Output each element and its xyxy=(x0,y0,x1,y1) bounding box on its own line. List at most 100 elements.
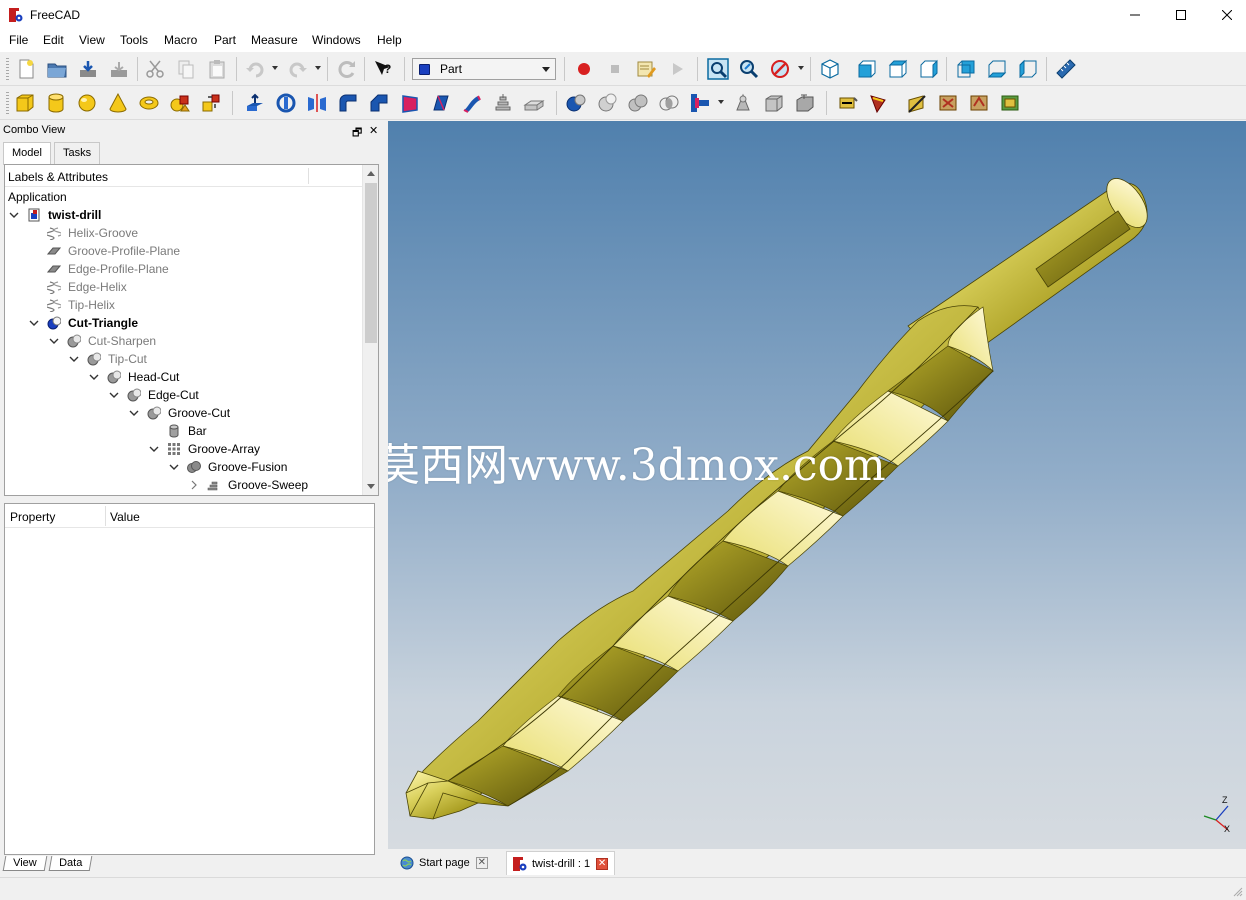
part-ruled-surface-button[interactable] xyxy=(428,90,454,116)
copy-button[interactable] xyxy=(173,56,199,82)
save-as-button[interactable] xyxy=(106,56,132,82)
tree-item-head-cut[interactable]: Head-Cut xyxy=(88,368,179,386)
part-sphere-button[interactable] xyxy=(74,90,100,116)
redo-button[interactable] xyxy=(285,56,311,82)
menu-edit[interactable]: Edit xyxy=(43,33,64,47)
tab-view[interactable]: View xyxy=(2,856,47,871)
part-revolve-button[interactable] xyxy=(273,90,299,116)
chevron-down-icon[interactable] xyxy=(168,461,180,473)
undock-icon[interactable]: 🗗 xyxy=(352,124,362,143)
scroll-up-icon[interactable] xyxy=(367,171,375,176)
menu-view[interactable]: View xyxy=(79,33,105,47)
tab-start-page[interactable]: Start page ✕ xyxy=(394,851,494,875)
3d-viewport[interactable]: 莫西网www.3dmox.com Z X xyxy=(388,121,1246,849)
part-fuse-button[interactable] xyxy=(625,90,651,116)
tree-item-cut-triangle[interactable]: Cut-Triangle xyxy=(28,314,138,332)
chevron-down-icon[interactable] xyxy=(48,335,60,347)
view-top-button[interactable] xyxy=(885,56,911,82)
view-bottom-button[interactable] xyxy=(984,56,1010,82)
tab-tasks[interactable]: Tasks xyxy=(54,142,101,164)
new-document-button[interactable] xyxy=(13,56,39,82)
column-divider[interactable] xyxy=(105,506,106,526)
measure-toggle-delta-button[interactable] xyxy=(997,90,1023,116)
paste-button[interactable] xyxy=(204,56,230,82)
measure-toggle-3d-button[interactable] xyxy=(966,90,992,116)
measure-linear-button[interactable] xyxy=(835,90,861,116)
tree-item-helix-groove[interactable]: Helix-Groove xyxy=(28,224,138,242)
tree-item-groove-sweep[interactable]: Groove-Sweep xyxy=(188,476,308,494)
part-box-button[interactable] xyxy=(12,90,38,116)
redo-dropdown-arrow[interactable] xyxy=(315,66,321,70)
part-chamfer-button[interactable] xyxy=(366,90,392,116)
tree-item-twist-drill[interactable]: twist-drill xyxy=(8,206,101,224)
toolbar-grip[interactable] xyxy=(6,58,9,80)
menu-part[interactable]: Part xyxy=(214,33,236,47)
scroll-down-icon[interactable] xyxy=(367,484,375,489)
chevron-down-icon[interactable] xyxy=(8,209,20,221)
part-primitives-button[interactable] xyxy=(167,90,193,116)
open-button[interactable] xyxy=(44,56,70,82)
scroll-thumb[interactable] xyxy=(365,183,377,343)
tree-scrollbar[interactable] xyxy=(362,165,378,495)
chevron-down-icon[interactable] xyxy=(128,407,140,419)
menu-windows[interactable]: Windows xyxy=(312,33,361,47)
part-cone-button[interactable] xyxy=(105,90,131,116)
menu-tools[interactable]: Tools xyxy=(120,33,148,47)
view-front-button[interactable] xyxy=(854,56,880,82)
save-button[interactable] xyxy=(75,56,101,82)
menu-measure[interactable]: Measure xyxy=(251,33,298,47)
draw-style-button[interactable] xyxy=(767,56,793,82)
macro-edit-button[interactable] xyxy=(633,56,659,82)
macro-stop-button[interactable] xyxy=(602,56,628,82)
resize-grip-icon[interactable] xyxy=(1233,887,1243,897)
view-right-button[interactable] xyxy=(916,56,942,82)
part-cylinder-button[interactable] xyxy=(43,90,69,116)
cut-button[interactable] xyxy=(142,56,168,82)
tab-data[interactable]: Data xyxy=(48,856,93,871)
part-mirror-button[interactable] xyxy=(304,90,330,116)
tree-item-tip-helix[interactable]: Tip-Helix xyxy=(28,296,115,314)
fit-selection-button[interactable] xyxy=(736,56,762,82)
tree-item-groove-cut[interactable]: Groove-Cut xyxy=(128,404,230,422)
part-loft-button[interactable] xyxy=(459,90,485,116)
tree-item-cut-sharpen[interactable]: Cut-Sharpen xyxy=(48,332,156,350)
tree-item-tip-cut[interactable]: Tip-Cut xyxy=(68,350,147,368)
measure-clear-all-button[interactable] xyxy=(935,90,961,116)
part-torus-button[interactable] xyxy=(136,90,162,116)
macro-execute-button[interactable] xyxy=(664,56,690,82)
tree-item-groove-profile-plane[interactable]: Groove-Profile-Plane xyxy=(28,242,180,260)
fit-all-button[interactable] xyxy=(705,56,731,82)
tree-item-edge-cut[interactable]: Edge-Cut xyxy=(108,386,199,404)
measure-angular-button[interactable] xyxy=(866,90,892,116)
part-extrude-button[interactable] xyxy=(242,90,268,116)
menu-macro[interactable]: Macro xyxy=(164,33,197,47)
chevron-down-icon[interactable] xyxy=(28,317,40,329)
menu-help[interactable]: Help xyxy=(377,33,402,47)
part-join-button[interactable] xyxy=(687,90,713,116)
chevron-down-icon[interactable] xyxy=(108,389,120,401)
part-defeaturing-button[interactable] xyxy=(792,90,818,116)
tree-item-edge-helix[interactable]: Edge-Helix xyxy=(28,278,127,296)
part-sweep-button[interactable] xyxy=(490,90,516,116)
part-check-geometry-button[interactable] xyxy=(761,90,787,116)
close-tab-icon[interactable]: ✕ xyxy=(475,857,488,869)
workbench-selector[interactable]: Part xyxy=(412,58,556,80)
macro-record-button[interactable] xyxy=(571,56,597,82)
part-fillet-button[interactable] xyxy=(335,90,361,116)
minimize-button[interactable] xyxy=(1112,0,1158,30)
part-common-button[interactable] xyxy=(656,90,682,116)
close-tab-icon[interactable]: ✕ xyxy=(596,857,609,870)
measure-button[interactable] xyxy=(1053,56,1079,82)
chevron-down-icon[interactable] xyxy=(68,353,80,365)
chevron-down-icon[interactable] xyxy=(88,371,100,383)
maximize-button[interactable] xyxy=(1158,0,1204,30)
part-shape-builder-button[interactable] xyxy=(198,90,224,116)
draw-style-dropdown-arrow[interactable] xyxy=(798,66,804,70)
view-rear-button[interactable] xyxy=(953,56,979,82)
chevron-right-icon[interactable] xyxy=(188,479,200,491)
join-dropdown-arrow[interactable] xyxy=(718,100,724,104)
tab-twist-drill[interactable]: twist-drill : 1 ✕ xyxy=(506,851,616,875)
tree-item-groove-fusion[interactable]: Groove-Fusion xyxy=(168,458,287,476)
tree-item-edge-profile-plane[interactable]: Edge-Profile-Plane xyxy=(28,260,169,278)
close-button[interactable] xyxy=(1204,0,1246,30)
